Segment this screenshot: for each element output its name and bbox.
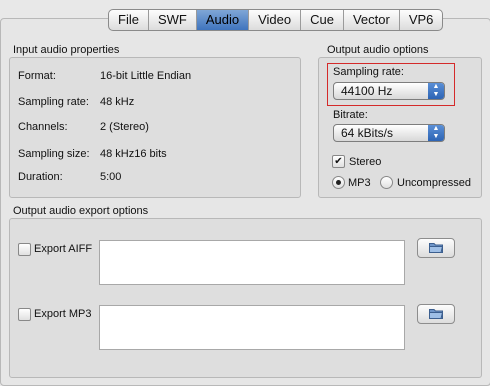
sampling-size-label: Sampling size: [18, 148, 90, 160]
tab-video[interactable]: Video [249, 10, 302, 30]
sampling-rate-value: 48 kHz [100, 96, 135, 108]
input-props-group: Format: 16-bit Little Endian Sampling ra… [9, 57, 301, 198]
tab-audio[interactable]: Audio [196, 10, 250, 30]
bitrate-select[interactable]: 64 kBits/s ▲ ▼ [333, 124, 445, 142]
tab-vp6[interactable]: VP6 [400, 10, 443, 30]
folder-icon [429, 309, 443, 319]
stereo-checkbox[interactable]: ✔ [332, 155, 345, 168]
select-arrows-icon: ▲ ▼ [428, 125, 444, 141]
tab-file[interactable]: File [109, 10, 149, 30]
export-mp3-browse-button[interactable] [417, 304, 455, 324]
format-value: 16-bit Little Endian [100, 70, 192, 82]
sampling-rate-highlight [327, 63, 455, 106]
duration-value: 5:00 [100, 171, 122, 183]
bitrate-label: Bitrate: [333, 109, 368, 121]
mp3-radio-label: MP3 [348, 177, 371, 189]
stereo-label: Stereo [349, 156, 382, 168]
folder-icon [429, 243, 443, 253]
sampling-rate-label: Sampling rate: [18, 96, 89, 108]
input-props-title: Input audio properties [13, 44, 120, 56]
export-mp3-path-field[interactable] [99, 305, 405, 350]
export-aiff-label: Export AIFF [34, 243, 93, 255]
output-opts-title: Output audio options [327, 44, 429, 56]
uncompressed-radio[interactable] [380, 176, 393, 189]
mp3-radio[interactable] [332, 176, 345, 189]
export-aiff-path-field[interactable] [99, 240, 405, 285]
export-mp3-label: Export MP3 [34, 308, 92, 320]
duration-label: Duration: [18, 171, 63, 183]
tab-bar: File SWF Audio Video Cue Vector VP6 [108, 9, 444, 31]
export-aiff-checkbox[interactable] [18, 243, 31, 256]
export-title: Output audio export options [13, 205, 149, 217]
export-mp3-checkbox[interactable] [18, 308, 31, 321]
channels-label: Channels: [18, 121, 68, 133]
tab-swf[interactable]: SWF [149, 10, 197, 30]
export-aiff-browse-button[interactable] [417, 238, 455, 258]
format-label: Format: [18, 70, 56, 82]
tab-cue[interactable]: Cue [301, 10, 344, 30]
tab-vector[interactable]: Vector [344, 10, 400, 30]
bitrate-select-value: 64 kBits/s [341, 126, 394, 140]
uncompressed-radio-label: Uncompressed [397, 177, 471, 189]
channels-value: 2 (Stereo) [100, 121, 149, 133]
sampling-size-value: 48 kHz16 bits [100, 148, 167, 160]
